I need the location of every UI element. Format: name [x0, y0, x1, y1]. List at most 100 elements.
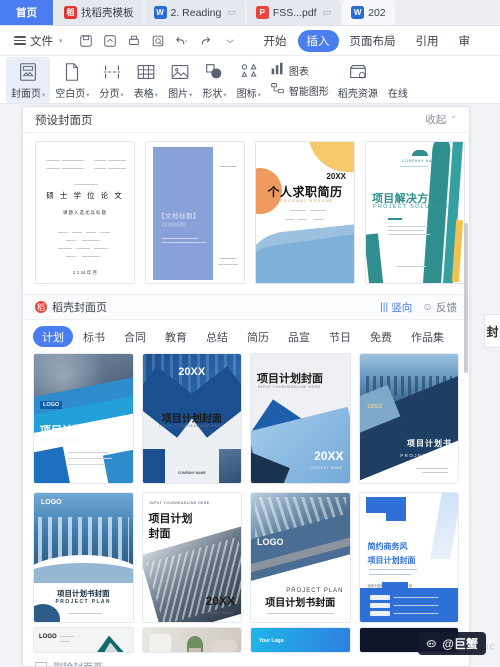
window-tab-bar[interactable]: 首页 稻 找稻壳模板 W 2. Reading ▭ P FSS...pdf ▭ …: [0, 0, 500, 26]
docer-store-icon: [347, 60, 369, 84]
ribbon-online-button[interactable]: 在线: [383, 57, 413, 103]
file-menu-button[interactable]: 文件 ▾: [8, 33, 69, 49]
ribbon-icons-button[interactable]: 图标▾: [232, 57, 266, 103]
template-card-project-plan-cover-20xx[interactable]: 20XX 项目计划封面 INPUT YOURHEADLINE HERE COMP…: [141, 353, 242, 484]
file-menu-label: 文件: [30, 35, 53, 48]
template-card-simple-business-plan-cover[interactable]: 简约商务风 项目计划封面 适用于各种商务汇报及项目计划: [358, 492, 459, 623]
ribbon-shape-label: 形状: [202, 89, 223, 100]
template-6-title: 项目计划: [148, 513, 193, 525]
ribbon-tab-references[interactable]: 引用: [407, 30, 448, 52]
feedback-icon: ☺: [422, 301, 433, 313]
tab-reading-doc[interactable]: W 2. Reading ▭: [144, 0, 245, 25]
ribbon-tab-strip[interactable]: 开始 插入 页面布局 引用 审: [255, 29, 480, 52]
ribbon-chart-button[interactable]: 图表: [270, 61, 329, 79]
weibo-icon: [426, 636, 439, 652]
ribbon-chart-label: 图表: [288, 66, 309, 78]
redo-icon[interactable]: [195, 30, 217, 52]
chip-plan[interactable]: 计划: [33, 326, 73, 347]
ribbon-tab-review[interactable]: 审: [450, 30, 480, 52]
chip-branding[interactable]: 品宣: [279, 326, 319, 347]
chip-education[interactable]: 教育: [156, 326, 196, 347]
icon-library-icon: [238, 60, 260, 84]
ribbon-docer-store-button[interactable]: 稻壳资源: [333, 57, 383, 103]
document-edge-fragment: 封: [484, 314, 500, 348]
chip-bid[interactable]: 标书: [74, 326, 114, 347]
preset-card-thesis[interactable]: 硕 士 学 位 论 文 课题入选尤兵标题 2 1 24 年 月: [35, 141, 135, 284]
chip-contract[interactable]: 合同: [115, 326, 155, 347]
ribbon-cover-page-button[interactable]: 封面页▾: [6, 57, 51, 103]
save-icon[interactable]: [75, 30, 97, 52]
ribbon-tab-insert[interactable]: 插入: [297, 29, 339, 52]
template-grid-row-1-wrapper: LOGO 项目计划书 工作中的汉字可以只是点 20XX 项目计划封面 INPUT…: [23, 351, 469, 484]
chevron-down-icon: ▾: [59, 37, 63, 45]
ribbon-smartart-label: 智能图形: [288, 86, 329, 98]
ribbon-blank-page-button[interactable]: 空白页▾: [50, 57, 94, 103]
template-6-year: 20XX: [205, 594, 235, 608]
template-1-subtitle: 工作中的汉字可以只是点: [40, 438, 80, 442]
word-icon: W: [153, 6, 167, 19]
customize-qat-caret-icon[interactable]: [219, 30, 241, 52]
ribbon-page-break-button[interactable]: 分页▾: [95, 57, 129, 103]
print-preview-icon[interactable]: [147, 30, 169, 52]
vertical-layout-icon: |||: [380, 301, 389, 313]
preset-card-project-solution[interactable]: COMPANY NAME 项目解决方案 PROJECT SOLUTIONS: [365, 141, 465, 284]
template-7-title: 项目计划书封面: [265, 598, 336, 609]
undo-icon[interactable]: [171, 30, 193, 52]
ribbon-shape-button[interactable]: 形状▾: [197, 57, 231, 103]
ribbon-tab-start[interactable]: 开始: [255, 30, 296, 52]
preset-collapse-button[interactable]: 收起 ⌃: [425, 112, 457, 127]
template-6-subtitle: INPUT YOURHEADLINE HERE: [149, 501, 210, 505]
template-card-logo-teal-cover[interactable]: LOGO: [33, 627, 134, 653]
close-icon[interactable]: ▭: [323, 7, 332, 18]
preset-card-blue-block[interactable]: 【文档标题】 【文档副标题】: [145, 141, 245, 284]
cover-page-icon: [17, 60, 39, 84]
category-chip-bar[interactable]: 计划 标书 合同 教育 总结 简历 品宣 节日 免费 作品集: [23, 320, 469, 351]
template-card-building-plan-cover[interactable]: INPUT YOURHEADLINE HERE 项目计划 封面 20XX COM…: [141, 492, 242, 623]
docer-section-header: 稻 稻壳封面页 ||| 竖向 ☺ 反馈: [23, 294, 469, 320]
template-card-city-logo-plan-cover[interactable]: LOGO 项目计划书封面 PROJECT PLAN: [33, 492, 134, 623]
close-icon[interactable]: ▭: [227, 7, 236, 18]
template-4-subtitle: PROJECT PLAN: [400, 453, 451, 458]
chip-portfolio[interactable]: 作品集: [402, 326, 453, 347]
ribbon-page-break-label: 分页: [99, 89, 120, 100]
preset-solution-subtitle: PROJECT SOLUTIONS: [373, 204, 454, 210]
feedback-button[interactable]: ☺ 反馈: [422, 300, 457, 315]
tab-docer-templates[interactable]: 稻 找稻壳模板: [55, 0, 143, 25]
template-4-logo: LOGO: [367, 404, 383, 410]
delete-cover-page-row[interactable]: 删除封面页: [23, 653, 469, 666]
quick-access-toolbar[interactable]: [75, 30, 241, 52]
template-card-logo-project-plan-cover[interactable]: LOGO PROJECT PLAN 项目计划书封面: [250, 492, 351, 623]
blank-page-icon: [61, 60, 83, 84]
ribbon-tab-page-layout[interactable]: 页面布局: [341, 30, 405, 52]
chevron-down-icon: ▾: [189, 92, 193, 99]
chevron-up-icon: ⌃: [450, 115, 457, 124]
tab-fss-pdf[interactable]: P FSS...pdf ▭: [246, 0, 341, 25]
template-card-project-plan-cover-gray[interactable]: 项目计划封面 INPUT YOURHEADLINE HERE 20XX COMP…: [250, 353, 351, 484]
template-grid-row-2-wrapper: LOGO 项目计划书封面 PROJECT PLAN INPUT YOURHEAD…: [23, 484, 469, 623]
template-card-project-plan-book[interactable]: LOGO 项目计划书 工作中的汉字可以只是点: [33, 353, 134, 484]
ribbon-insert-panel: 封面页▾ 空白页▾ 分页▾ 表格▾ 图片▾ 形状▾ 图标▾ 图表 智能图形 稻壳…: [0, 56, 500, 104]
panel-scrollbar-thumb[interactable]: [464, 223, 468, 373]
orientation-vertical-button[interactable]: ||| 竖向: [380, 300, 412, 315]
chip-holiday[interactable]: 节日: [320, 326, 360, 347]
template-grid-row-3: LOGO Your Logo: [23, 623, 469, 653]
preset-resume-subtitle: PERSONAL RESUME: [276, 198, 334, 203]
chip-summary[interactable]: 总结: [197, 326, 237, 347]
tab-home[interactable]: 首页: [0, 0, 53, 25]
ribbon-picture-button[interactable]: 图片▾: [163, 57, 197, 103]
template-5-title: 项目计划书封面: [57, 589, 110, 598]
save-as-icon[interactable]: [99, 30, 121, 52]
print-icon[interactable]: [123, 30, 145, 52]
template-card-photo-plant-cover[interactable]: [141, 627, 242, 653]
ribbon-smartart-button[interactable]: 智能图形: [270, 81, 329, 99]
chip-resume[interactable]: 简历: [238, 326, 278, 347]
preset-card-resume[interactable]: 20XX 个人求职简历 PERSONAL RESUME: [255, 141, 355, 284]
delete-cover-icon: [35, 661, 47, 666]
template-card-city-project-plan[interactable]: LOGO 项目计划书 PROJECT PLAN: [358, 353, 459, 484]
template-3-title: 项目计划封面: [257, 373, 323, 385]
ribbon-table-button[interactable]: 表格▾: [129, 57, 163, 103]
chip-free[interactable]: 免费: [361, 326, 401, 347]
tab-current-doc[interactable]: W 202: [342, 0, 395, 25]
preset-section-title: 预设封面页: [35, 114, 93, 127]
template-card-blue-gradient-cover[interactable]: Your Logo: [250, 627, 351, 653]
